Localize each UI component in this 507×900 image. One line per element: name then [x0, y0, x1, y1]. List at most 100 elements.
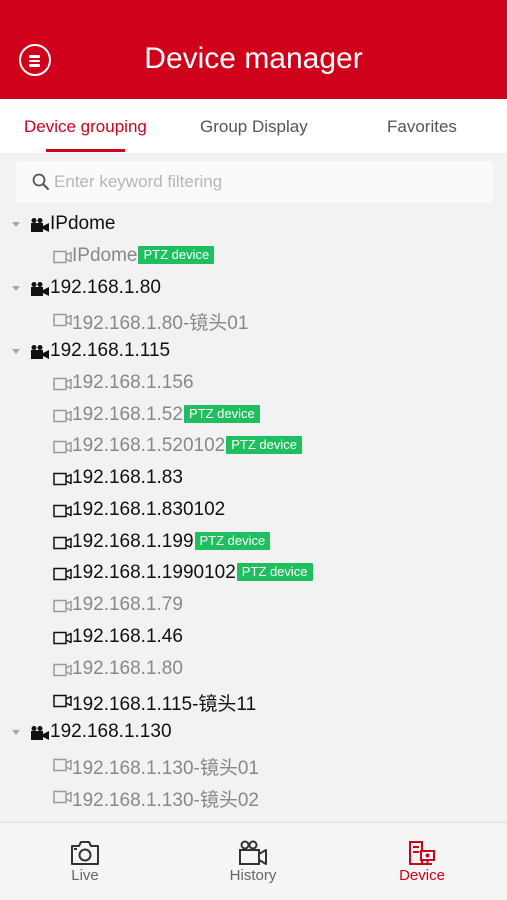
bottom-nav: Live History Device — [0, 822, 507, 900]
device-name: 192.168.1.83 — [72, 467, 183, 488]
tree-device[interactable]: 192.168.1.130-镜头01 — [0, 750, 507, 780]
device-name: 192.168.1.46 — [72, 626, 183, 647]
tree-group[interactable]: 192.168.1.130 — [0, 718, 507, 748]
tree-device[interactable]: 192.168.1.199 PTZ device — [0, 528, 507, 558]
camera-icon — [53, 790, 72, 809]
tree-device-label: 192.168.1.156 — [72, 372, 194, 394]
nav-history[interactable]: History — [203, 823, 303, 900]
device-name: 192.168.1.52 — [72, 404, 183, 425]
tree-device-label: 192.168.1.79 — [72, 594, 183, 616]
caret-down-icon[interactable] — [12, 730, 20, 735]
nvr-group-icon — [30, 217, 50, 238]
ptz-badge: PTZ device — [183, 405, 260, 423]
tab-bar: Device grouping Group Display Favorites — [0, 99, 507, 153]
tree-device[interactable]: 192.168.1.130-镜头02 — [0, 782, 507, 812]
camera-icon — [53, 409, 72, 428]
tree-group[interactable]: IPdome — [0, 210, 507, 240]
tree-device[interactable]: 192.168.1.46 — [0, 623, 507, 653]
tab-favorites[interactable]: Favorites — [387, 117, 457, 137]
camera-icon — [53, 663, 72, 682]
caret-down-icon[interactable] — [12, 286, 20, 291]
nav-live-label: Live — [71, 867, 99, 884]
device-name: 192.168.1.80-镜头01 — [72, 313, 249, 334]
nvr-group-icon — [30, 344, 50, 365]
nav-device-label: Device — [399, 867, 445, 884]
tree-device-label: 192.168.1.52 PTZ device — [72, 404, 260, 426]
app-header: Device manager — [0, 0, 507, 99]
tree-group-label: IPdome — [50, 213, 116, 234]
tree-device[interactable]: 192.168.1.79 — [0, 591, 507, 621]
caret-down-icon[interactable] — [12, 349, 20, 354]
ptz-badge: PTZ device — [236, 563, 313, 581]
active-tab-indicator — [46, 149, 125, 152]
tree-group[interactable]: 192.168.1.115 — [0, 337, 507, 367]
page-title: Device manager — [144, 42, 363, 75]
search-icon — [32, 173, 49, 190]
tree-device[interactable]: 192.168.1.156 — [0, 369, 507, 399]
tab-device-grouping[interactable]: Device grouping — [24, 117, 147, 137]
device-name: 192.168.1.1990102 — [72, 562, 236, 583]
camera-icon — [53, 250, 72, 269]
tree-device-label: 192.168.1.115-镜头11 — [72, 689, 256, 716]
tree-device-label: 192.168.1.46 — [72, 626, 183, 648]
ptz-badge: PTZ device — [138, 246, 215, 264]
device-name: 192.168.1.520102 — [72, 435, 226, 456]
caret-down-icon[interactable] — [12, 222, 20, 227]
tree-device-label: 192.168.1.199 PTZ device — [72, 531, 271, 553]
tree-device[interactable]: IPdome PTZ device — [0, 242, 507, 272]
tree-group-label: 192.168.1.130 — [50, 721, 172, 742]
device-name: 192.168.1.199 — [72, 531, 194, 552]
tree-device[interactable]: 192.168.1.520102 PTZ device — [0, 432, 507, 462]
camera-icon — [53, 472, 72, 491]
device-name: 192.168.1.156 — [72, 372, 194, 393]
camera-icon — [71, 841, 99, 865]
camera-icon — [53, 536, 72, 555]
tree-device[interactable]: 192.168.1.115-镜头11 — [0, 686, 507, 716]
camera-icon — [53, 567, 72, 586]
camera-icon — [53, 599, 72, 618]
tree-device[interactable]: 192.168.1.80 — [0, 655, 507, 685]
tree-device-label: 192.168.1.80 — [72, 658, 183, 680]
device-name: 192.168.1.79 — [72, 594, 183, 615]
tree-device-label: 192.168.1.520102 PTZ device — [72, 435, 302, 457]
tree-group-label: 192.168.1.80 — [50, 277, 161, 298]
tab-group-display[interactable]: Group Display — [200, 117, 308, 137]
tree-device-label: 192.168.1.130-镜头02 — [72, 785, 259, 812]
nav-device[interactable]: Device — [372, 823, 472, 900]
tree-device[interactable]: 192.168.1.52 PTZ device — [0, 401, 507, 431]
tree-device[interactable]: 192.168.1.1990102 PTZ device — [0, 559, 507, 589]
video-camera-icon — [239, 840, 267, 865]
device-manager-icon — [409, 841, 435, 865]
camera-icon — [53, 631, 72, 650]
device-name: 192.168.1.80 — [72, 658, 183, 679]
tree-group-label: 192.168.1.115 — [50, 340, 171, 361]
tree-device-label: 192.168.1.80-镜头01 — [72, 308, 248, 335]
camera-icon — [53, 440, 72, 459]
camera-icon — [53, 377, 72, 396]
tree-device-label: 192.168.1.83 — [72, 467, 183, 489]
search-input[interactable] — [54, 161, 474, 203]
camera-icon — [53, 313, 72, 332]
nav-live[interactable]: Live — [35, 823, 135, 900]
camera-icon — [53, 758, 72, 777]
tree-device-label: 192.168.1.1990102 PTZ device — [72, 562, 313, 584]
ptz-badge: PTZ device — [226, 436, 302, 454]
tree-device[interactable]: 192.168.1.83 — [0, 464, 507, 494]
device-name: 192.168.1.130-镜头02 — [72, 790, 259, 811]
nvr-group-icon — [30, 281, 50, 302]
nav-history-label: History — [229, 867, 277, 884]
search-bar — [16, 161, 493, 203]
camera-icon — [53, 504, 72, 523]
device-name: 192.168.1.115-镜头11 — [72, 694, 257, 715]
nvr-group-icon — [30, 725, 50, 746]
tree-device-label: IPdome PTZ device — [72, 245, 215, 267]
tree-device-label: 192.168.1.130-镜头01 — [72, 753, 259, 780]
device-name: 192.168.1.130-镜头01 — [72, 758, 259, 779]
tree-group[interactable]: 192.168.1.80 — [0, 274, 507, 304]
device-name: 192.168.1.830102 — [72, 499, 226, 520]
tree-device[interactable]: 192.168.1.830102 — [0, 496, 507, 526]
ptz-badge: PTZ device — [194, 532, 271, 550]
device-name: IPdome — [72, 245, 138, 266]
tree-device[interactable]: 192.168.1.80-镜头01 — [0, 305, 507, 335]
camera-icon — [53, 694, 72, 713]
